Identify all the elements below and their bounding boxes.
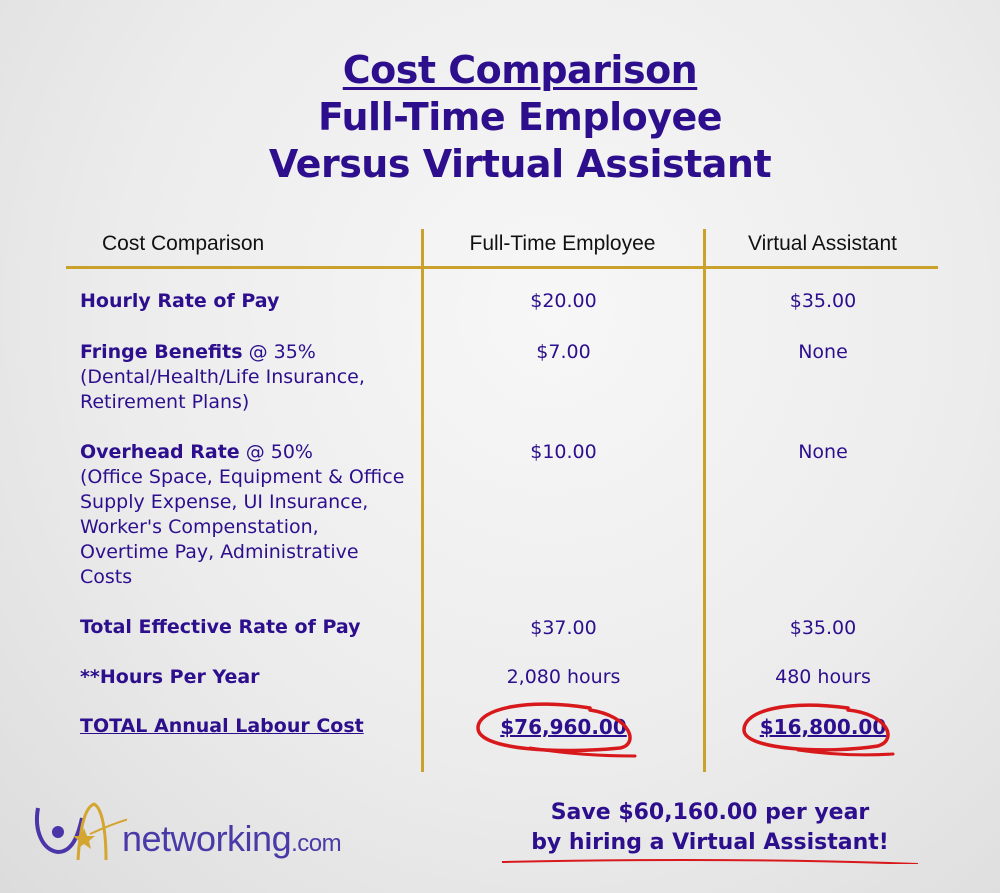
logo-icon xyxy=(35,802,127,861)
fte-hours-per-year: 2,080 hours xyxy=(506,666,621,688)
row-label-total-effective-rate: Total Effective Rate of Pay xyxy=(80,616,361,638)
column-header-cost-comparison: Cost Comparison xyxy=(102,232,265,255)
fte-overhead-rate: $10.00 xyxy=(530,441,597,463)
va-total-effective-rate: $35.00 xyxy=(789,617,857,639)
row-label-fringe-benefits: Fringe Benefits @ 35% (Dental/Health/Lif… xyxy=(80,341,365,413)
savings-callout-line-1: Save $60,160.00 per year xyxy=(550,800,870,825)
savings-callout-line-2: by hiring a Virtual Assistant! xyxy=(531,830,889,855)
fte-total-effective-rate: $37.00 xyxy=(530,617,597,639)
fte-fringe-benefits: $7.00 xyxy=(536,341,591,363)
row-label-total-annual-cost: TOTAL Annual Labour Cost xyxy=(80,715,364,737)
savings-underline xyxy=(501,858,919,864)
va-overhead-rate: None xyxy=(798,441,848,463)
row-label-hours-per-year: **Hours Per Year xyxy=(80,666,260,688)
fte-hourly-rate: $20.00 xyxy=(530,290,597,312)
va-hourly-rate: $35.00 xyxy=(789,290,857,312)
header-divider xyxy=(66,266,938,269)
title-line-1: Cost Comparison xyxy=(342,48,698,92)
title-line-3: Versus Virtual Assistant xyxy=(268,142,772,186)
va-fringe-benefits: None xyxy=(798,341,848,363)
title-line-2: Full-Time Employee xyxy=(317,95,723,139)
logo-text: networking.com xyxy=(122,818,342,859)
column-header-full-time-employee: Full-Time Employee xyxy=(469,232,656,255)
row-label-hourly-rate: Hourly Rate of Pay xyxy=(80,290,280,312)
va-total-annual-cost: $16,800.00 xyxy=(759,715,887,739)
va-networking-logo: networking.com xyxy=(32,800,342,870)
column-header-virtual-assistant: Virtual Assistant xyxy=(747,232,898,255)
row-label-overhead-rate: Overhead Rate @ 50% (Office Space, Equip… xyxy=(80,441,405,588)
fte-total-annual-cost: $76,960.00 xyxy=(500,715,627,739)
va-hours-per-year: 480 hours xyxy=(775,666,871,688)
